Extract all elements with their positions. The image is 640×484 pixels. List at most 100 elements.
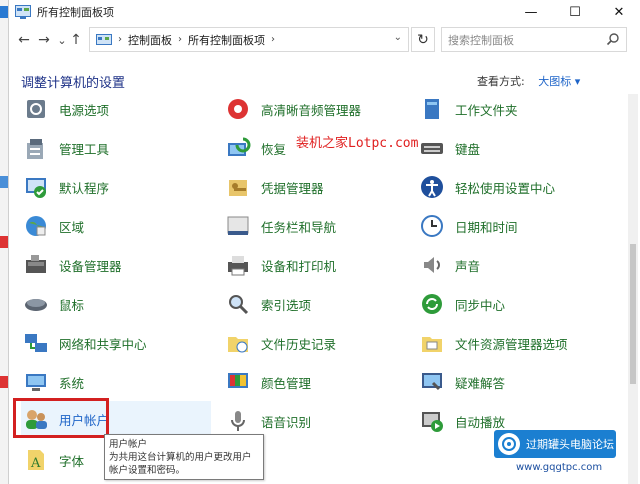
item-device-manager[interactable]: 设备管理器 bbox=[21, 248, 211, 282]
item-network-sharing[interactable]: 网络和共享中心 bbox=[21, 326, 211, 360]
sound-icon bbox=[417, 250, 447, 280]
item-taskbar-navigation[interactable]: 任务栏和导航 bbox=[223, 209, 413, 243]
screenshot-root: 所有控制面板项 — ☐ ✕ ← → ⌄ ↑ › 控制面板 › 所有控制面板项 ›… bbox=[0, 0, 640, 484]
item-label: 轻松使用设置中心 bbox=[455, 180, 556, 196]
item-label: 颜色管理 bbox=[261, 375, 312, 391]
view-by-label: 查看方式: bbox=[477, 75, 525, 88]
watermark-text: 装机之家Lotpc.com bbox=[296, 136, 419, 151]
search-placeholder: 搜索控制面板 bbox=[448, 33, 514, 47]
item-region[interactable]: 区域 bbox=[21, 209, 211, 243]
address-bar[interactable]: › 控制面板 › 所有控制面板项 › ⌄ bbox=[89, 27, 409, 52]
mouse-icon bbox=[21, 289, 51, 319]
item-label: 自动播放 bbox=[455, 414, 506, 430]
address-dropdown-icon[interactable]: ⌄ bbox=[394, 32, 402, 43]
title-bar: 所有控制面板项 — ☐ ✕ bbox=[9, 0, 640, 24]
item-explorer-options[interactable]: 文件资源管理器选项 bbox=[417, 326, 617, 360]
breadcrumb-control-panel[interactable]: 控制面板 bbox=[128, 32, 172, 48]
item-label: 文件历史记录 bbox=[261, 336, 337, 352]
item-power-options[interactable]: 电源选项 bbox=[21, 94, 211, 126]
devices-printers-icon bbox=[223, 250, 253, 280]
explorer-options-icon bbox=[417, 328, 447, 358]
troubleshooting-icon bbox=[417, 367, 447, 397]
item-label: 网络和共享中心 bbox=[59, 336, 147, 352]
item-label: 凭据管理器 bbox=[261, 180, 324, 196]
forum-watermark-url: www.gqgtpc.com bbox=[516, 462, 603, 473]
item-label: 系统 bbox=[59, 375, 85, 391]
admin-tools-icon bbox=[21, 133, 51, 163]
default-programs-icon bbox=[21, 172, 51, 202]
chevron-right-icon[interactable]: › bbox=[118, 34, 122, 45]
item-color-management[interactable]: 颜色管理 bbox=[223, 365, 413, 399]
item-speech-recognition[interactable]: 语音识别 bbox=[223, 404, 413, 438]
work-folders-icon bbox=[417, 94, 447, 124]
item-file-history[interactable]: 文件历史记录 bbox=[223, 326, 413, 360]
item-label: 区域 bbox=[59, 219, 85, 235]
background-window-edge bbox=[0, 0, 8, 484]
view-by-dropdown[interactable]: 大图标 ▾ bbox=[538, 75, 580, 88]
item-label: 日期和时间 bbox=[455, 219, 518, 235]
item-label: 恢复 bbox=[261, 141, 287, 157]
item-date-time[interactable]: 日期和时间 bbox=[417, 209, 617, 243]
item-system[interactable]: 系统 bbox=[21, 365, 211, 399]
refresh-button[interactable]: ↻ bbox=[411, 27, 435, 52]
item-label: 默认程序 bbox=[59, 180, 110, 196]
item-ease-of-access[interactable]: 轻松使用设置中心 bbox=[417, 170, 617, 204]
color-management-icon bbox=[223, 367, 253, 397]
item-sound[interactable]: 声音 bbox=[417, 248, 617, 282]
chevron-right-icon[interactable]: › bbox=[178, 34, 182, 45]
item-label: 鼠标 bbox=[59, 297, 85, 313]
navigation-bar: ← → ⌄ ↑ › 控制面板 › 所有控制面板项 › ⌄ ↻ 搜索控制面板 bbox=[9, 27, 640, 53]
search-icon[interactable] bbox=[606, 32, 620, 46]
item-work-folders[interactable]: 工作文件夹 bbox=[417, 94, 617, 126]
close-button[interactable]: ✕ bbox=[597, 0, 640, 24]
item-label: 索引选项 bbox=[261, 297, 312, 313]
item-label: 字体 bbox=[59, 453, 85, 469]
item-label: 疑难解答 bbox=[455, 375, 506, 391]
forward-arrow-icon[interactable]: → bbox=[35, 31, 53, 49]
keyboard-icon bbox=[417, 133, 447, 163]
maximize-button[interactable]: ☐ bbox=[553, 0, 597, 24]
item-label: 设备管理器 bbox=[59, 258, 122, 274]
item-troubleshooting[interactable]: 疑难解答 bbox=[417, 365, 617, 399]
item-hd-audio-manager[interactable]: 高清晰音频管理器 bbox=[223, 94, 413, 126]
audio-manager-icon bbox=[223, 94, 253, 124]
control-panel-icon bbox=[15, 5, 31, 19]
sync-center-icon bbox=[417, 289, 447, 319]
item-credential-manager[interactable]: 凭据管理器 bbox=[223, 170, 413, 204]
autoplay-icon bbox=[417, 406, 447, 436]
address-control-panel-icon bbox=[96, 33, 112, 45]
selection-highlight-box bbox=[13, 398, 109, 438]
item-label: 工作文件夹 bbox=[455, 102, 518, 118]
item-keyboard[interactable]: 键盘 bbox=[417, 131, 617, 165]
ease-of-access-icon bbox=[417, 172, 447, 202]
forum-logo-icon bbox=[498, 433, 520, 455]
credential-manager-icon bbox=[223, 172, 253, 202]
forum-watermark-text: 过期罐头电脑论坛 bbox=[526, 438, 614, 451]
scrollbar-thumb[interactable] bbox=[630, 244, 636, 384]
search-input[interactable]: 搜索控制面板 bbox=[441, 27, 627, 52]
item-label: 文件资源管理器选项 bbox=[455, 336, 568, 352]
item-admin-tools[interactable]: 管理工具 bbox=[21, 131, 211, 165]
device-manager-icon bbox=[21, 250, 51, 280]
date-time-icon bbox=[417, 211, 447, 241]
back-arrow-icon[interactable]: ← bbox=[15, 31, 33, 49]
recovery-icon bbox=[223, 133, 253, 163]
item-indexing-options[interactable]: 索引选项 bbox=[223, 287, 413, 321]
item-devices-printers[interactable]: 设备和打印机 bbox=[223, 248, 413, 282]
page-heading: 调整计算机的设置 bbox=[21, 76, 126, 91]
item-label: 声音 bbox=[455, 258, 481, 274]
item-label: 电源选项 bbox=[59, 102, 110, 118]
power-icon bbox=[21, 94, 51, 124]
item-label: 管理工具 bbox=[59, 141, 110, 157]
vertical-scrollbar[interactable] bbox=[628, 94, 638, 484]
item-label: 高清晰音频管理器 bbox=[261, 102, 362, 118]
minimize-button[interactable]: — bbox=[509, 0, 553, 24]
item-default-programs[interactable]: 默认程序 bbox=[21, 170, 211, 204]
item-mouse[interactable]: 鼠标 bbox=[21, 287, 211, 321]
up-arrow-icon[interactable]: ↑ bbox=[67, 31, 85, 49]
item-label: 语音识别 bbox=[261, 414, 312, 430]
chevron-right-icon[interactable]: › bbox=[271, 34, 275, 45]
breadcrumb-all-items[interactable]: 所有控制面板项 bbox=[188, 32, 265, 48]
tooltip: 用户帐户 为共用这台计算机的用户更改用户帐户设置和密码。 bbox=[104, 434, 264, 480]
item-sync-center[interactable]: 同步中心 bbox=[417, 287, 617, 321]
